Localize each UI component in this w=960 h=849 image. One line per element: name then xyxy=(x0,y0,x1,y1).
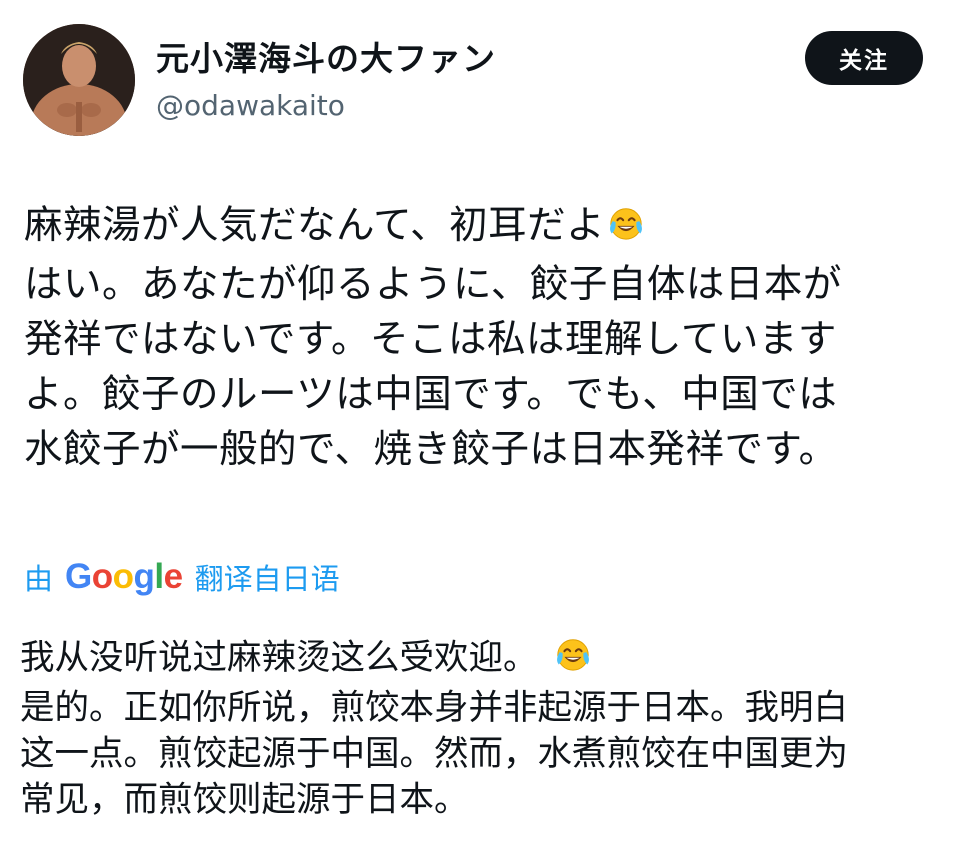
avatar-photo-icon xyxy=(23,24,135,136)
translation-prefix: 由 xyxy=(24,562,54,596)
tweet-line: 麻辣湯が人気だなんて、初耳だよ xyxy=(24,198,944,257)
translation-source-label: 翻译自日语 xyxy=(194,562,340,596)
follow-button[interactable]: 关注 xyxy=(805,31,923,85)
translated-line: 这一点。煎饺起源于中国。然而，水煮煎饺在中国更为 xyxy=(20,734,848,774)
translated-line: 是的。正如你所说，煎饺本身并非起源于日本。我明白 xyxy=(20,688,848,728)
face-with-tears-of-joy-icon xyxy=(607,202,645,257)
tweet-line: はい。あなたが仰るように、餃子自体は日本が xyxy=(24,262,842,307)
tweet-line: よ。餃子のルーツは中国です。でも、中国では xyxy=(24,372,838,417)
user-handle[interactable]: @odawakaito xyxy=(156,88,345,124)
translated-line: 常见，而煎饺则起源于日本。 xyxy=(20,780,469,820)
face-with-tears-of-joy-icon xyxy=(554,635,592,685)
google-logo: Google xyxy=(65,557,183,596)
translation-attribution[interactable]: 由 Google 翻译自日语 xyxy=(24,556,340,598)
tweet-line: 水餃子が一般的で、焼き餃子は日本発祥です。 xyxy=(24,427,838,472)
tweet-header: 元小澤海斗の大ファン @odawakaito 关注 xyxy=(0,0,960,150)
translated-text: 我从没听说过麻辣烫这么受欢迎。 是的。正如你所说，煎饺本身并非起源于日本。我明白… xyxy=(20,635,950,823)
display-name[interactable]: 元小澤海斗の大ファン xyxy=(156,38,496,80)
avatar[interactable] xyxy=(23,24,135,136)
translated-line: 我从没听说过麻辣烫这么受欢迎。 xyxy=(20,635,950,685)
tweet-line: 発祥ではないです。そこは私は理解しています xyxy=(24,317,837,362)
tweet-text: 麻辣湯が人気だなんて、初耳だよ はい。あなたが仰るように、餃子自体は日本が 発祥… xyxy=(24,198,944,477)
